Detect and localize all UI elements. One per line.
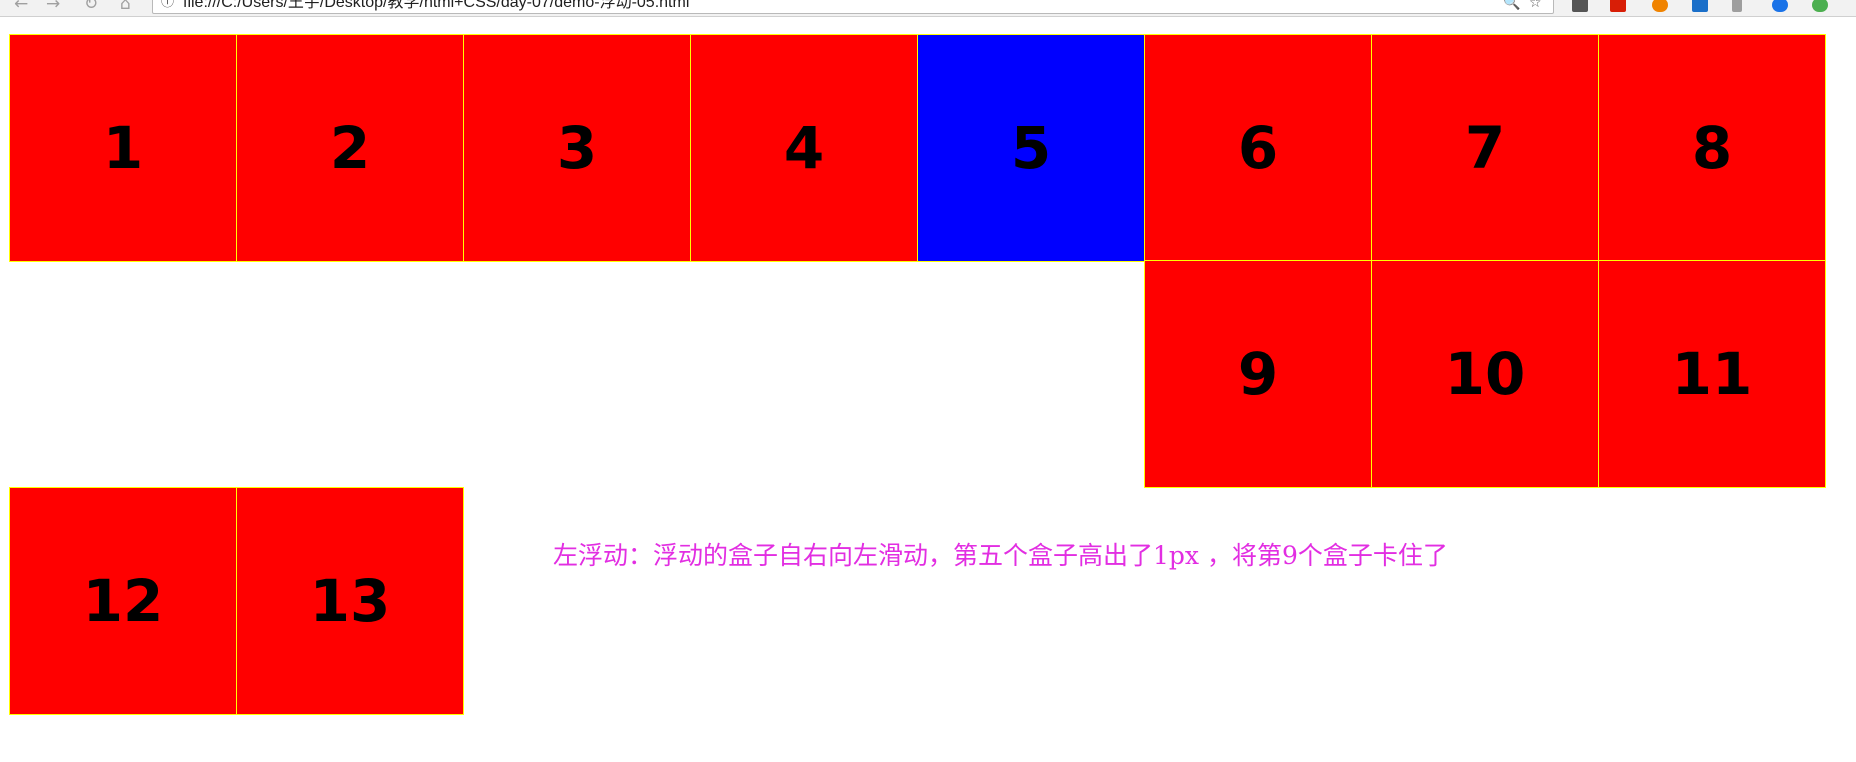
box-number: 11 bbox=[1671, 340, 1753, 408]
bookmark-star-icon[interactable]: ☆ bbox=[1529, 0, 1542, 13]
box-number: 13 bbox=[309, 567, 391, 635]
browser-toolbar: ← → ↻ ⌂ ⓘ file:///C:/Users/王宇/Desktop/教学… bbox=[0, 0, 1856, 17]
box-number: 7 bbox=[1464, 114, 1506, 182]
float-box-5-tall: 5 bbox=[917, 34, 1145, 262]
box-number: 2 bbox=[329, 114, 371, 182]
float-box-11: 11 bbox=[1598, 260, 1826, 488]
box-number: 10 bbox=[1444, 340, 1526, 408]
address-bar[interactable]: ⓘ file:///C:/Users/王宇/Desktop/教学/html+CS… bbox=[152, 0, 1554, 14]
float-box-9: 9 bbox=[1144, 260, 1372, 488]
float-box-10: 10 bbox=[1371, 260, 1599, 488]
extension-s-icon[interactable] bbox=[1692, 0, 1708, 12]
extension-infinity-icon[interactable] bbox=[1652, 0, 1668, 12]
box-number: 6 bbox=[1237, 114, 1279, 182]
float-box-1: 1 bbox=[9, 34, 237, 262]
extension-fe-icon[interactable] bbox=[1610, 0, 1626, 12]
extension-translate-icon[interactable] bbox=[1572, 0, 1588, 12]
float-box-6: 6 bbox=[1144, 34, 1372, 262]
float-box-2: 2 bbox=[236, 34, 464, 262]
zoom-icon[interactable]: 🔍 bbox=[1503, 0, 1520, 13]
box-number: 5 bbox=[1010, 114, 1052, 182]
float-box-13: 13 bbox=[236, 487, 464, 715]
box-number: 4 bbox=[783, 114, 825, 182]
float-explanation-text: 左浮动：浮动的盒子自右向左滑动，第五个盒子高出了1px ，将第9个盒子卡住了 bbox=[553, 541, 1448, 570]
site-info-icon[interactable]: ⓘ bbox=[161, 0, 174, 13]
box-number: 3 bbox=[556, 114, 598, 182]
extension-dropdown-icon[interactable] bbox=[1732, 0, 1742, 12]
box-number: 12 bbox=[82, 567, 164, 635]
url-text[interactable]: file:///C:/Users/王宇/Desktop/教学/html+CSS/… bbox=[183, 0, 689, 13]
float-box-3: 3 bbox=[463, 34, 691, 262]
box-number: 1 bbox=[102, 114, 144, 182]
home-icon[interactable]: ⌂ bbox=[120, 0, 131, 14]
float-box-12: 12 bbox=[9, 487, 237, 715]
reload-icon[interactable]: ↻ bbox=[84, 0, 98, 14]
float-box-7: 7 bbox=[1371, 34, 1599, 262]
float-box-4: 4 bbox=[690, 34, 918, 262]
float-box-8: 8 bbox=[1598, 34, 1826, 262]
back-icon[interactable]: ← bbox=[14, 0, 28, 14]
extension-color-icon[interactable] bbox=[1812, 0, 1828, 12]
extension-search-icon[interactable] bbox=[1772, 0, 1788, 12]
box-number: 9 bbox=[1237, 340, 1279, 408]
forward-icon[interactable]: → bbox=[46, 0, 60, 14]
box-number: 8 bbox=[1691, 114, 1733, 182]
